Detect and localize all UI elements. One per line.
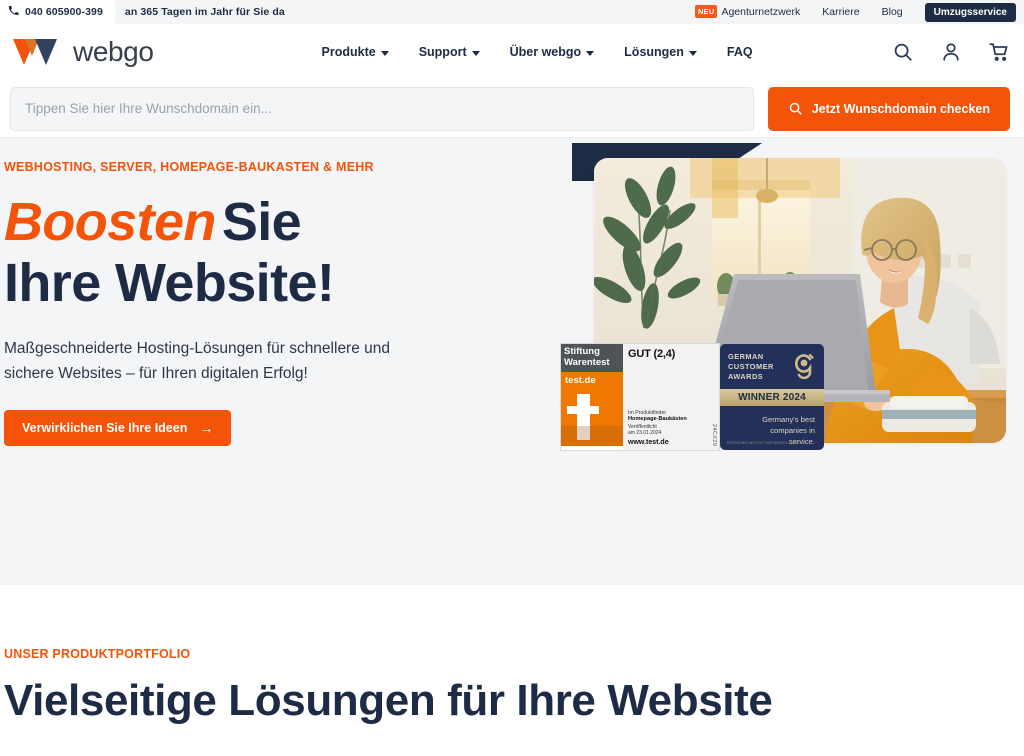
topbar-tagline: an 365 Tagen im Jahr für Sie da <box>124 6 285 18</box>
nav-item-faq[interactable]: FAQ <box>727 45 753 59</box>
header-icon-group <box>892 41 1010 63</box>
topbar-link-label: Agenturnetzwerk <box>721 6 801 18</box>
chevron-down-icon <box>471 50 480 56</box>
nav-item-loesungen[interactable]: Lösungen <box>624 45 697 59</box>
hero-copy: WEBHOSTING, SERVER, HOMEPAGE-BAUKASTEN &… <box>4 160 524 447</box>
hero-headline-accent: Boosten <box>4 192 216 252</box>
domain-search-row: Tippen Sie hier Ihre Wunschdomain ein...… <box>0 80 1024 138</box>
topbar-link-blog[interactable]: Blog <box>882 6 903 18</box>
hero-section: WEBHOSTING, SERVER, HOMEPAGE-BAUKASTEN &… <box>0 138 1024 585</box>
site-logo[interactable]: webgo <box>12 37 154 67</box>
gca-g-logo-icon <box>792 352 816 380</box>
stiftung-info-line4: am 23.01.2024 <box>628 430 662 436</box>
top-utility-bar: 040 605900-399 an 365 Tagen im Jahr für … <box>0 0 1024 24</box>
account-icon[interactable] <box>940 41 962 63</box>
topbar-link-agenturnetzwerk[interactable]: NEU Agenturnetzwerk <box>695 4 801 19</box>
hero-cta-button[interactable]: Verwirklichen Sie Ihre Ideen → <box>4 410 232 447</box>
stiftung-details: Im Produktfinder Homepage-Baukästen Verö… <box>628 410 705 446</box>
stiftung-testde-label: test.de <box>561 372 623 389</box>
search-icon <box>788 101 803 116</box>
gca-sub-line1: Germany's best <box>762 414 815 424</box>
topbar-phone-number[interactable]: 040 605900-399 <box>25 6 103 18</box>
stiftung-t-mark-icon <box>561 388 623 447</box>
topbar-contact: 040 605900-399 <box>0 0 115 24</box>
hero-headline-line2: Ihre Website! <box>4 253 335 314</box>
chevron-down-icon <box>380 50 389 56</box>
hero-subtitle-line1: Maßgeschneiderte Hosting-Lösungen für sc… <box>4 340 391 358</box>
webgo-logo-icon <box>12 37 64 67</box>
hero-subtitle-line2: sichere Websites – für Ihren digitalen E… <box>4 365 308 383</box>
stiftung-warentest-badge: Stiftung Warentest test.de GUT (2,4) Im … <box>560 343 720 451</box>
stiftung-warentest-title: Stiftung Warentest <box>561 344 623 373</box>
hero-cta-label: Verwirklichen Sie Ihre Ideen <box>22 421 188 436</box>
hero-headline: Boosten Sie Ihre Website! <box>4 192 524 314</box>
domain-search-input[interactable]: Tippen Sie hier Ihre Wunschdomain ein... <box>10 86 754 131</box>
portfolio-section: UNSER PRODUKTPORTFOLIO Vielseitige Lösun… <box>0 585 1024 726</box>
stiftung-code: 24CX29 <box>711 423 717 446</box>
nav-item-label: Produkte <box>321 45 376 59</box>
stiftung-info-line2: Homepage-Baukästen <box>628 416 687 422</box>
portfolio-title: Vielseitige Lösungen für Ihre Website <box>4 676 773 725</box>
stiftung-title-line2: Warentest <box>564 356 610 368</box>
gca-header: GERMAN CUSTOMER AWARDS <box>720 344 824 385</box>
gca-line2: CUSTOMER <box>728 362 774 372</box>
nav-item-ueber-webgo[interactable]: Über webgo <box>510 45 595 59</box>
hero-eyebrow: WEBHOSTING, SERVER, HOMEPAGE-BAUKASTEN &… <box>4 160 374 174</box>
chevron-down-icon <box>586 50 595 56</box>
page-root: 040 605900-399 an 365 Tagen im Jahr für … <box>0 0 1024 756</box>
nav-item-produkte[interactable]: Produkte <box>322 45 389 59</box>
stiftung-warentest-right: GUT (2,4) Im Produktfinder Homepage-Bauk… <box>623 344 719 450</box>
nav-item-support[interactable]: Support <box>419 45 480 59</box>
main-header: webgo Produkte Support Über webgo Lösung… <box>0 24 1024 80</box>
umzugsservice-button[interactable]: Umzugsservice <box>924 2 1016 22</box>
neu-badge: NEU <box>695 4 718 18</box>
gca-title: GERMAN CUSTOMER AWARDS <box>728 352 774 383</box>
stiftung-grade: GUT (2,4) <box>628 348 676 360</box>
chevron-down-icon <box>688 50 697 56</box>
nav-item-label: Support <box>418 45 467 59</box>
gca-sub-line2: companies in <box>770 425 815 435</box>
stiftung-warentest-left: Stiftung Warentest test.de <box>561 344 623 450</box>
cart-icon[interactable] <box>988 41 1010 63</box>
logo-wordmark: webgo <box>73 36 154 67</box>
topbar-link-karriere[interactable]: Karriere <box>822 6 859 18</box>
hero-visual: Stiftung Warentest test.de GUT (2,4) Im … <box>554 138 1024 468</box>
nav-item-label: FAQ <box>726 45 753 59</box>
phone-icon <box>8 5 19 19</box>
stiftung-url: www.test.de <box>628 439 669 446</box>
arrow-right-icon: → <box>199 420 214 437</box>
primary-nav: Produkte Support Über webgo Lösungen FAQ <box>322 45 753 59</box>
domain-check-button-label: Jetzt Wunschdomain checken <box>811 101 990 116</box>
gca-line3: AWARDS <box>728 372 764 382</box>
domain-check-button[interactable]: Jetzt Wunschdomain checken <box>767 86 1010 131</box>
nav-item-label: Über webgo <box>509 45 582 59</box>
topbar-links: NEU Agenturnetzwerk Karriere Blog Umzugs… <box>695 2 1024 22</box>
search-icon[interactable] <box>892 41 914 63</box>
gca-line1: GERMAN <box>728 352 764 361</box>
hero-subtitle: Maßgeschneiderte Hosting-Lösungen für sc… <box>4 336 454 386</box>
gca-fine-print: DEUTSCHES INSTITUT FÜR SERVICE-QUALITÄT <box>727 440 806 445</box>
portfolio-eyebrow: UNSER PRODUKTPORTFOLIO <box>4 647 191 661</box>
nav-item-label: Lösungen <box>624 45 684 59</box>
hero-headline-rest: Sie <box>221 192 302 252</box>
gca-winner-bar: WINNER 2024 <box>720 388 824 406</box>
german-customer-awards-badge: GERMAN CUSTOMER AWARDS WINNER 2024 Germa… <box>720 344 824 450</box>
